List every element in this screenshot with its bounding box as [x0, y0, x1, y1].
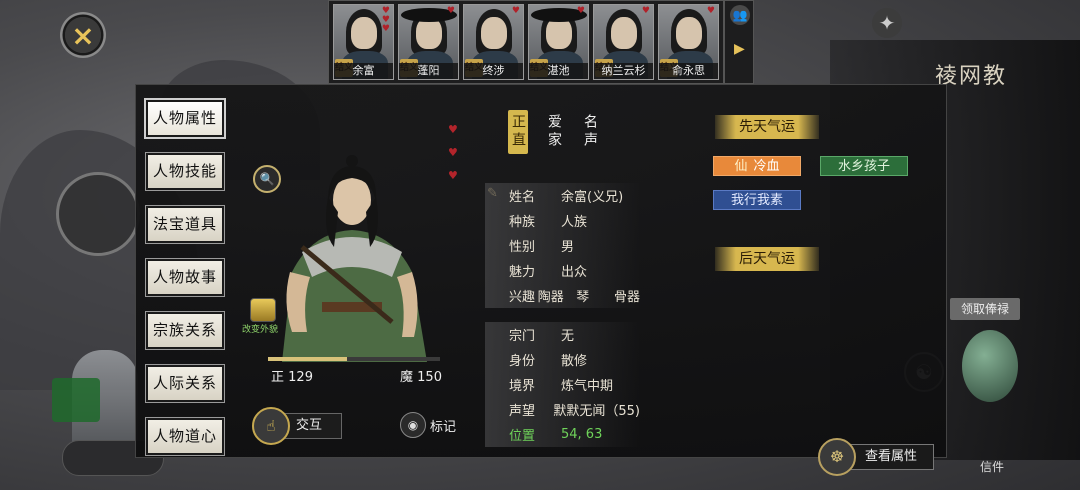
portrait-face [676, 17, 702, 49]
acquired-destiny-title: 后天气运 [715, 247, 819, 271]
trait-cold-blooded[interactable]: 仙冷血 [713, 156, 801, 176]
letter-label: 信件 [980, 460, 1005, 474]
companion-portrait[interactable]: ♥结义湛池 [528, 4, 589, 80]
jade-sphere-icon [962, 330, 1018, 402]
morality-bar [268, 357, 440, 361]
portrait-face [611, 17, 637, 49]
heart-icon: ♥ [511, 6, 520, 16]
companion-portrait[interactable]: ♥♥♥结义余富 [333, 4, 394, 80]
portrait-bar-more[interactable]: 👥 ▶ [724, 0, 754, 84]
info-row-interests: 兴趣 陶器 琴 骨器 [485, 283, 640, 308]
tab-character-attributes[interactable]: 人物属性 [146, 100, 224, 137]
heart-icon: ♥ [446, 6, 455, 16]
companion-name: 纳兰云杉 [594, 63, 653, 79]
change-appearance-label: 改变外貌 [241, 325, 278, 335]
affection-hearts: ♥ ♥ ♥ [448, 118, 458, 187]
info-row-realm: 境界 炼气中期 [485, 372, 640, 397]
heart-icon: ♥ [448, 123, 458, 136]
chat-bubble [52, 378, 100, 422]
close-icon: × [71, 18, 95, 52]
treasure-box-icon [250, 298, 276, 322]
companion-portrait[interactable]: ♥结义俞永思 [658, 4, 719, 80]
companion-portrait-bar: ♥♥♥结义余富♥结义蓬阳♥结义终涉♥结义湛池♥结义纳兰云杉♥结义俞永思 [328, 0, 724, 84]
companion-name: 蓬阳 [399, 63, 458, 79]
character-info: 姓名 余富(义兄) 种族 人族 性别男 魅力 出众 兴趣 陶器 琴 骨器 宗门无 身份散… [485, 183, 640, 447]
background-map-circle [56, 172, 140, 256]
morality-bar-fill [268, 357, 348, 361]
tab-social-relations[interactable]: 人际关系 [146, 365, 224, 402]
mark-label: 标记 [430, 419, 457, 435]
tab-dao-heart[interactable]: 人物道心 [146, 418, 224, 455]
companion-portrait[interactable]: ♥结义蓬阳 [398, 4, 459, 80]
trait-water-village-child[interactable]: 水乡孩子 [820, 156, 908, 176]
info-row-gender: 性别男 [485, 233, 640, 258]
info-row-name: 姓名 余富(义兄) [485, 183, 640, 208]
info-row-position: 位置 54, 63 [485, 422, 640, 447]
companion-name: 终涉 [464, 63, 523, 79]
close-button[interactable]: × [60, 12, 106, 58]
character-portrait [282, 155, 427, 362]
settings-button[interactable]: ✦ [872, 8, 902, 38]
demonic-stat: 魔 150 [400, 370, 442, 385]
interact-button[interactable]: 交互 ☝ [252, 407, 342, 445]
portrait-face [481, 17, 507, 49]
personality-tab-upright[interactable]: 正直 [508, 110, 528, 154]
meditation-icon: ☸ [818, 438, 856, 476]
portrait-face [351, 17, 377, 49]
personality-tabs: 正直 爱家 名声 [508, 110, 600, 154]
personality-tab-fame[interactable]: 名声 [580, 110, 600, 154]
info-row-reputation: 声望 默默无闻（55) [485, 397, 640, 422]
heart-icon: ♥ [448, 169, 458, 182]
heart-icon: ♥ [706, 6, 715, 16]
companion-portrait[interactable]: ♥结义终涉 [463, 4, 524, 80]
arrow-right-icon[interactable]: ▶ [734, 41, 745, 57]
heart-icon: ♥ [448, 146, 458, 159]
mark-button[interactable]: ◉ 标记 [400, 412, 456, 438]
tab-clan-relations[interactable]: 宗族关系 [146, 312, 224, 349]
view-attributes-label: 查看属性 [848, 444, 934, 470]
info-row-charm: 魅力 出众 [485, 258, 640, 283]
personality-tab-family[interactable]: 爱家 [544, 110, 564, 154]
hand-icon: ☝ [252, 407, 290, 445]
info-row-race: 种族 人族 [485, 208, 640, 233]
claim-salary-button: 领取俸禄 [950, 298, 1020, 320]
companion-name: 湛池 [529, 63, 588, 79]
tab-character-story[interactable]: 人物故事 [146, 259, 224, 296]
companion-portrait[interactable]: ♥结义纳兰云杉 [593, 4, 654, 80]
heart-icon: ♥ ♥ ♥ [381, 6, 390, 34]
change-appearance-button[interactable]: 改变外貌 [242, 298, 283, 335]
info-row-sect: 宗门无 [485, 322, 640, 347]
heart-icon: ♥ [576, 6, 585, 16]
companion-name: 俞永思 [659, 63, 718, 79]
companion-name: 余富 [334, 63, 393, 79]
gear-icon: ✦ [878, 11, 896, 35]
heart-icon: ♥ [641, 6, 650, 16]
sidebar-tabs: 人物属性 人物技能 法宝道具 人物故事 宗族关系 人际关系 人物道心 [146, 100, 224, 471]
info-row-identity: 身份 散修 [485, 347, 640, 372]
tab-character-skills[interactable]: 人物技能 [146, 153, 224, 190]
tab-treasures-items[interactable]: 法宝道具 [146, 206, 224, 243]
trait-self-willed[interactable]: 我行我素 [713, 190, 801, 210]
people-icon[interactable]: 👥 [730, 5, 750, 25]
eye-icon: ◉ [400, 412, 426, 438]
innate-destiny-title: 先天气运 [715, 115, 819, 139]
righteous-stat: 正 129 [271, 370, 313, 385]
